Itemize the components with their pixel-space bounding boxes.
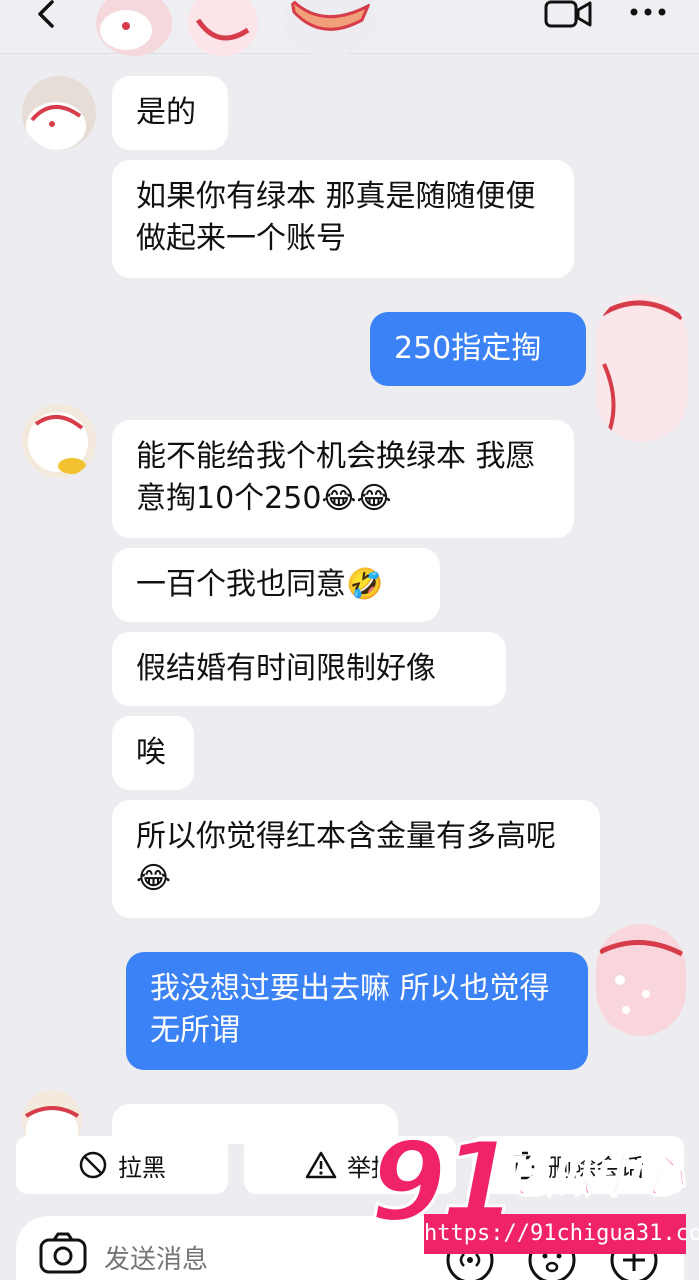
message-bubble-incoming[interactable]: 能不能给我个机会换绿本 我愿意掏10个250😂😂 [112,420,574,538]
chat-header [0,0,699,56]
message-input[interactable] [104,1242,404,1276]
message-list[interactable]: 是的 如果你有绿本 那真是随随便便做起来一个账号 250指定掏 能不能给我个机会… [0,54,699,1150]
message-bubble-incoming[interactable]: 是的 [112,76,228,150]
contact-avatar[interactable] [96,0,172,56]
own-avatar[interactable] [596,924,686,1036]
message-bubble-incoming[interactable]: 一百个我也同意🤣 [112,548,440,622]
block-icon [79,1151,107,1179]
message-bubble-incoming[interactable]: 假结婚有时间限制好像 [112,632,506,706]
watermark: 91 吃瓜中心 https://91chigua31.com [360,1117,699,1280]
watermark-url: https://91chigua31.com [424,1214,699,1254]
block-label: 拉黑 [118,1153,166,1182]
group-avatar [282,0,378,56]
message-bubble-outgoing[interactable]: 我没想过要出去嘛 所以也觉得无所谓 [126,952,588,1070]
own-avatar[interactable] [188,0,258,56]
message-bubble-outgoing[interactable]: 250指定掏 [370,312,586,386]
message-bubble-incoming[interactable]: 所以你觉得红本含金量有多高呢😂 [112,800,600,918]
more-options-icon[interactable] [628,4,668,20]
watermark-text: 吃瓜中心 [499,1148,685,1204]
message-bubble-incoming[interactable]: 如果你有绿本 那真是随随便便做起来一个账号 [112,160,574,278]
warning-icon [305,1151,337,1179]
contact-avatar[interactable] [22,404,96,478]
contact-avatar[interactable] [22,76,96,150]
back-icon[interactable] [30,0,62,32]
video-call-icon[interactable] [543,0,593,30]
camera-icon[interactable] [38,1232,88,1276]
message-bubble-incoming[interactable]: 唉 [112,716,194,790]
own-avatar[interactable] [596,294,688,442]
block-button[interactable]: 拉黑 [16,1136,228,1194]
